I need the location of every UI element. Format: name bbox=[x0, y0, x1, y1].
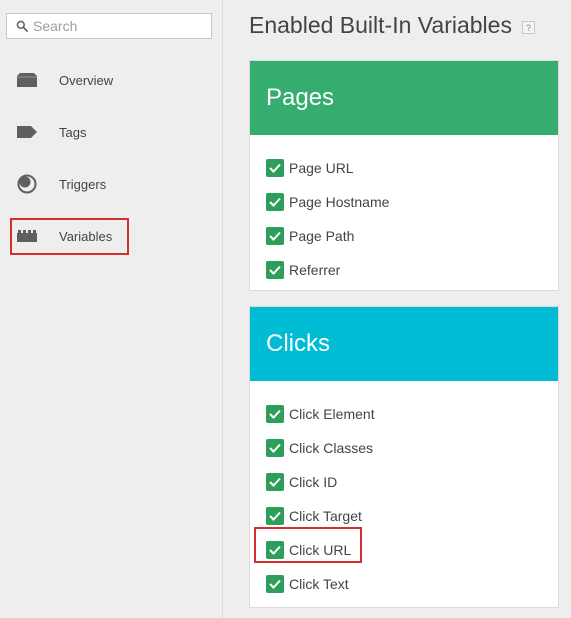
pages-card: Pages Page URL Page Hostname Page Path R… bbox=[249, 60, 559, 291]
tag-icon bbox=[16, 121, 38, 143]
variable-label: Click Target bbox=[289, 508, 362, 524]
variable-row-click-element[interactable]: Click Element bbox=[250, 397, 558, 431]
checkbox-checked-icon[interactable] bbox=[266, 473, 284, 491]
checkbox-checked-icon[interactable] bbox=[266, 227, 284, 245]
sidebar-item-label: Tags bbox=[59, 124, 87, 140]
variable-label: Click Classes bbox=[289, 440, 374, 456]
clicks-card: Clicks Click Element Click Classes Click… bbox=[249, 306, 559, 608]
variable-row-click-classes[interactable]: Click Classes bbox=[250, 431, 558, 465]
variables-highlight-box bbox=[10, 218, 129, 255]
variable-row-click-text[interactable]: Click Text bbox=[250, 567, 558, 601]
checkbox-checked-icon[interactable] bbox=[266, 439, 284, 457]
briefcase-icon bbox=[16, 69, 38, 91]
variable-row-referrer[interactable]: Referrer bbox=[250, 253, 558, 287]
search-input[interactable] bbox=[33, 17, 209, 35]
sidebar-item-triggers[interactable]: Triggers bbox=[0, 164, 222, 204]
clicks-card-body: Click Element Click Classes Click ID Cli… bbox=[250, 381, 558, 601]
help-icon[interactable]: ? bbox=[522, 21, 535, 34]
checkbox-checked-icon[interactable] bbox=[266, 261, 284, 279]
pages-card-header: Pages bbox=[250, 61, 558, 135]
sidebar-item-tags[interactable]: Tags bbox=[0, 112, 222, 152]
checkbox-checked-icon[interactable] bbox=[266, 575, 284, 593]
variable-label: Click ID bbox=[289, 474, 338, 490]
sidebar-item-label: Triggers bbox=[59, 176, 107, 192]
sidebar: Overview Tags Triggers bbox=[0, 0, 223, 618]
search-icon bbox=[16, 20, 28, 32]
variable-row-page-path[interactable]: Page Path bbox=[250, 219, 558, 253]
sidebar-item-overview[interactable]: Overview bbox=[0, 60, 222, 100]
variable-row-page-hostname[interactable]: Page Hostname bbox=[250, 185, 558, 219]
variable-label: Page Hostname bbox=[289, 194, 390, 210]
click-url-highlight-box bbox=[254, 527, 362, 563]
page-title: Enabled Built-In Variables bbox=[249, 12, 512, 38]
variable-label: Page URL bbox=[289, 160, 354, 176]
variable-label: Click Element bbox=[289, 406, 375, 422]
search-box[interactable] bbox=[6, 13, 212, 39]
variable-row-click-id[interactable]: Click ID bbox=[250, 465, 558, 499]
pages-card-body: Page URL Page Hostname Page Path Referre… bbox=[250, 135, 558, 287]
variable-label: Click Text bbox=[289, 576, 349, 592]
trigger-icon bbox=[16, 173, 38, 195]
checkbox-checked-icon[interactable] bbox=[266, 159, 284, 177]
variable-label: Page Path bbox=[289, 228, 355, 244]
variable-row-page-url[interactable]: Page URL bbox=[250, 151, 558, 185]
variable-label: Referrer bbox=[289, 262, 341, 278]
sidebar-item-label: Overview bbox=[59, 72, 114, 88]
clicks-card-header: Clicks bbox=[250, 307, 558, 381]
main-content: Enabled Built-In Variables ? Pages Page … bbox=[223, 0, 571, 618]
checkbox-checked-icon[interactable] bbox=[266, 507, 284, 525]
checkbox-checked-icon[interactable] bbox=[266, 193, 284, 211]
checkbox-checked-icon[interactable] bbox=[266, 405, 284, 423]
